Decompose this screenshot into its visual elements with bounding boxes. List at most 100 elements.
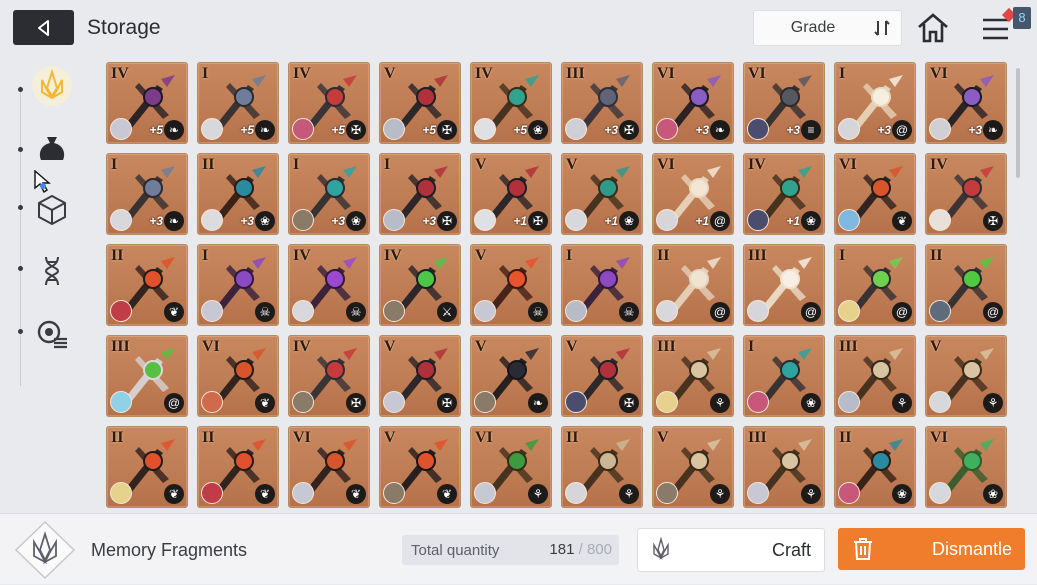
- enhance-level: +1: [513, 214, 527, 228]
- item-slot[interactable]: IV +5 ✠: [288, 62, 370, 144]
- item-slot[interactable]: I ☠: [197, 244, 279, 326]
- item-slot[interactable]: I ❀: [743, 335, 825, 417]
- item-slot[interactable]: III ⚘: [743, 426, 825, 508]
- grade-label: I: [566, 247, 573, 264]
- character-avatar: [656, 209, 678, 231]
- sprout-type-icon: ⚘: [801, 484, 821, 504]
- item-slot[interactable]: V ✠: [379, 335, 461, 417]
- item-slot[interactable]: III ⚘: [652, 335, 734, 417]
- item-slot[interactable]: VI ❦: [197, 335, 279, 417]
- item-slot[interactable]: I ☠: [561, 244, 643, 326]
- dismantle-button[interactable]: Dismantle: [838, 528, 1025, 570]
- flame-type-icon: ❦: [164, 302, 184, 322]
- item-slot[interactable]: II ❦: [197, 426, 279, 508]
- item-slot[interactable]: III @: [743, 244, 825, 326]
- item-slot[interactable]: VI ❀: [925, 426, 1007, 508]
- craft-button[interactable]: Craft: [637, 528, 825, 572]
- swirl-type-icon: @: [710, 302, 730, 322]
- fragment-label: Memory Fragments: [91, 540, 248, 560]
- light-type-icon: ❧: [164, 211, 184, 231]
- scrollbar[interactable]: [1016, 68, 1020, 178]
- item-slot[interactable]: V ✠: [561, 335, 643, 417]
- item-slot[interactable]: II ⚘: [561, 426, 643, 508]
- light-type-icon: ❧: [255, 120, 275, 140]
- skull-type-icon: ☠: [528, 302, 548, 322]
- sort-label: Grade: [790, 19, 836, 36]
- grade-label: IV: [748, 156, 766, 173]
- item-slot[interactable]: IV ✠: [288, 335, 370, 417]
- item-slot[interactable]: II @: [652, 244, 734, 326]
- skull-type-icon: ☠: [619, 302, 639, 322]
- back-button[interactable]: [13, 10, 74, 45]
- item-slot[interactable]: VI ⚘: [470, 426, 552, 508]
- item-slot[interactable]: VI ❦: [834, 153, 916, 235]
- item-slot[interactable]: I +3 ✠: [379, 153, 461, 235]
- item-slot[interactable]: V ⚘: [925, 335, 1007, 417]
- swirl-type-icon: @: [164, 393, 184, 413]
- grade-label: III: [748, 429, 767, 446]
- item-slot[interactable]: II ❀: [834, 426, 916, 508]
- character-avatar: [474, 391, 496, 413]
- category-pouch[interactable]: [30, 126, 74, 170]
- character-avatar: [747, 118, 769, 140]
- light-type-icon: ❧: [710, 120, 730, 140]
- item-slot[interactable]: I +5 ❧: [197, 62, 279, 144]
- fort-type-icon: ✠: [437, 120, 457, 140]
- item-slot[interactable]: V ⚘: [652, 426, 734, 508]
- sort-dropdown[interactable]: Grade: [753, 10, 902, 46]
- item-slot[interactable]: III +3 ✠: [561, 62, 643, 144]
- memory-fragment-icon: [14, 520, 76, 580]
- dna-icon: [44, 256, 60, 286]
- item-slot[interactable]: IV +1 ❀: [743, 153, 825, 235]
- item-slot[interactable]: II ❦: [106, 244, 188, 326]
- character-avatar: [565, 209, 587, 231]
- rail-line: [20, 86, 21, 386]
- fort-type-icon: ✠: [528, 211, 548, 231]
- item-slot[interactable]: IV ⚔: [379, 244, 461, 326]
- fort-type-icon: ✠: [346, 393, 366, 413]
- item-slot[interactable]: V +1 ❀: [561, 153, 643, 235]
- item-slot[interactable]: II @: [925, 244, 1007, 326]
- character-avatar: [110, 118, 132, 140]
- item-slot[interactable]: II ❦: [106, 426, 188, 508]
- item-slot[interactable]: VI +3 ❧: [925, 62, 1007, 144]
- sort-order-icon[interactable]: [871, 17, 893, 39]
- grade-label: III: [566, 65, 585, 82]
- character-avatar: [292, 300, 314, 322]
- item-slot[interactable]: VI ❦: [288, 426, 370, 508]
- bottom-bar: Memory Fragments Total quantity 181 / 80…: [0, 513, 1037, 584]
- item-slot[interactable]: I @: [834, 244, 916, 326]
- item-slot[interactable]: V ❦: [379, 426, 461, 508]
- item-slot[interactable]: IV ☠: [288, 244, 370, 326]
- item-slot[interactable]: IV +5 ❀: [470, 62, 552, 144]
- item-slot[interactable]: III @: [106, 335, 188, 417]
- category-dna[interactable]: [30, 249, 74, 293]
- character-avatar: [383, 482, 405, 504]
- home-button[interactable]: [914, 10, 952, 46]
- grade-label: V: [566, 338, 578, 355]
- grade-label: V: [475, 247, 487, 264]
- item-slot[interactable]: V ☠: [470, 244, 552, 326]
- category-memory-fragments[interactable]: [30, 64, 74, 108]
- item-slot[interactable]: IV +5 ❧: [106, 62, 188, 144]
- item-slot[interactable]: VI +3 ≡: [743, 62, 825, 144]
- item-slot[interactable]: II +3 ❀: [197, 153, 279, 235]
- item-slot[interactable]: V ❧: [470, 335, 552, 417]
- item-slot[interactable]: V +5 ✠: [379, 62, 461, 144]
- grade-label: III: [657, 338, 676, 355]
- trash-icon: [854, 538, 872, 560]
- character-avatar: [201, 209, 223, 231]
- grade-label: II: [566, 429, 579, 446]
- paw-type-icon: ❀: [255, 211, 275, 231]
- item-slot[interactable]: I +3 ❀: [288, 153, 370, 235]
- item-slot[interactable]: V +1 ✠: [470, 153, 552, 235]
- item-slot[interactable]: III ⚘: [834, 335, 916, 417]
- item-slot[interactable]: I +3 @: [834, 62, 916, 144]
- character-avatar: [201, 300, 223, 322]
- item-slot[interactable]: VI +1 @: [652, 153, 734, 235]
- item-slot[interactable]: IV ✠: [925, 153, 1007, 235]
- grade-label: VI: [839, 156, 857, 173]
- item-slot[interactable]: VI +3 ❧: [652, 62, 734, 144]
- category-shield-list[interactable]: [30, 311, 74, 355]
- item-slot[interactable]: I +3 ❧: [106, 153, 188, 235]
